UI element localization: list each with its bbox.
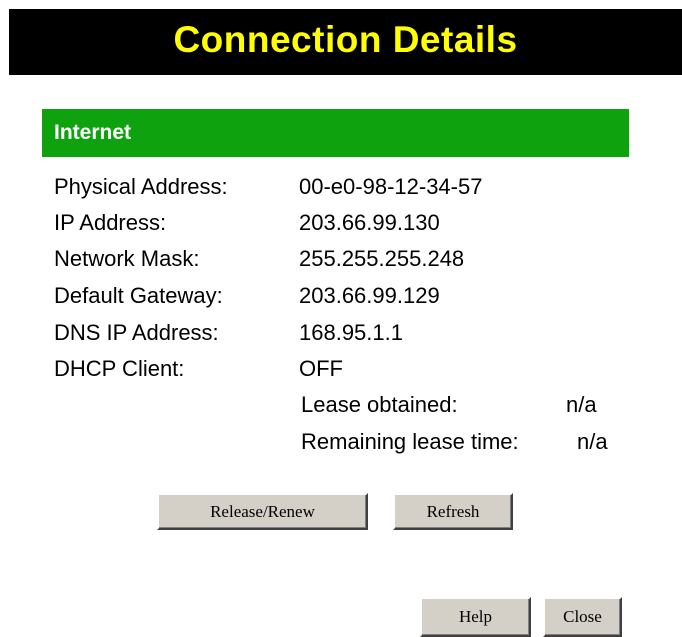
physical-address-label: Physical Address: (54, 174, 228, 199)
dns-ip-address-label: DNS IP Address: (54, 320, 219, 345)
remaining-lease-time-label: Remaining lease time: (301, 429, 519, 454)
title-bar: Connection Details (9, 9, 682, 75)
physical-address-value: 00-e0-98-12-34-57 (299, 174, 483, 199)
ip-address-value: 203.66.99.130 (299, 210, 440, 235)
dhcp-client-label: DHCP Client: (54, 356, 185, 381)
default-gateway-value: 203.66.99.129 (299, 283, 440, 308)
default-gateway-label: Default Gateway: (54, 283, 223, 308)
network-mask-value: 255.255.255.248 (299, 246, 465, 271)
lease-obtained-value: n/a (566, 392, 597, 417)
remaining-lease-time-value: n/a (577, 429, 608, 454)
page-title: Connection Details (173, 19, 518, 60)
release-renew-button[interactable]: Release/Renew (157, 493, 368, 530)
refresh-button[interactable]: Refresh (393, 493, 513, 530)
dhcp-client-value: OFF (299, 356, 343, 381)
section-header-internet: Internet (42, 109, 629, 157)
lease-obtained-label: Lease obtained: (301, 392, 458, 417)
ip-address-label: IP Address: (54, 210, 167, 235)
help-button[interactable]: Help (420, 597, 531, 637)
network-mask-label: Network Mask: (54, 246, 200, 271)
close-button[interactable]: Close (543, 597, 622, 637)
dns-ip-address-value: 168.95.1.1 (299, 320, 403, 345)
section-title: Internet (54, 121, 132, 144)
